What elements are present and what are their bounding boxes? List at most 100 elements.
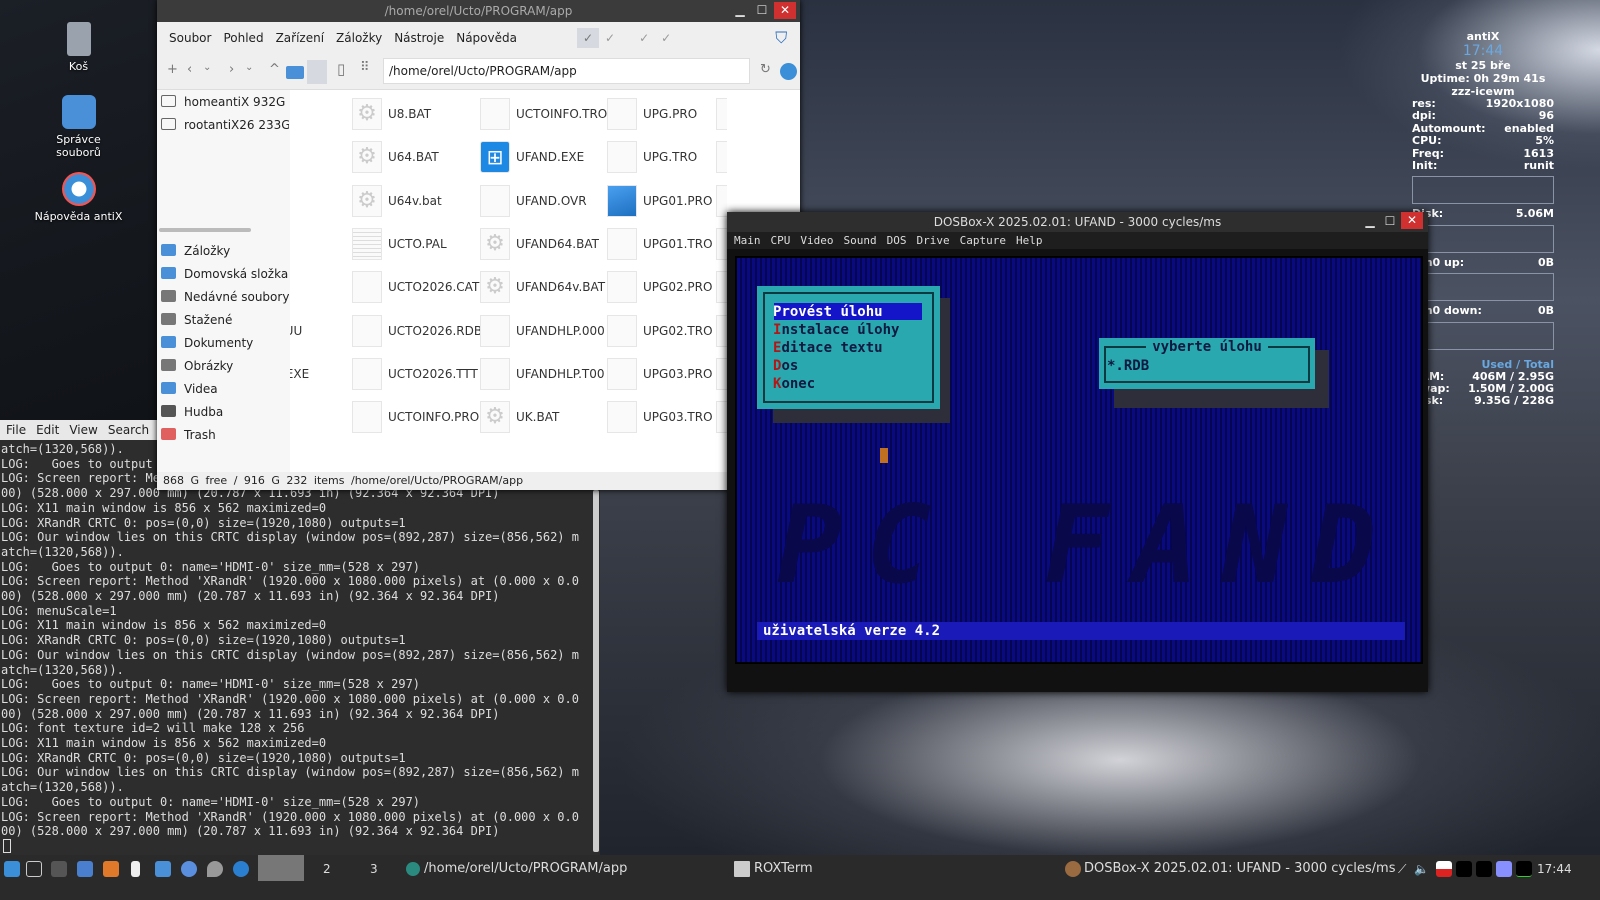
dos-screen[interactable]: PC FAND Provést úlohu Instalace úlohy Edit…	[735, 256, 1423, 664]
sidebar-item[interactable]: Dokumenty	[161, 333, 289, 353]
label: Init:	[1412, 158, 1438, 172]
check-icon[interactable]: ✓	[576, 28, 600, 48]
clock[interactable]: 17:44	[1537, 861, 1572, 877]
volume-icon[interactable]: 🔈	[1414, 861, 1429, 877]
generic-file-icon	[716, 314, 727, 347]
sidebar-device[interactable]: rootantiX26 233G sdb	[161, 115, 289, 135]
dosbox-window[interactable]: DOSBox-X 2025.02.01: UFAND - 3000 cycles…	[727, 212, 1428, 692]
close-button[interactable]: ✕	[774, 2, 796, 19]
file-name: UCTOINFO.TRO	[516, 107, 608, 121]
terminal-output[interactable]: atch=(1320,568)).LOG: Goes to output 0: …	[1, 442, 579, 839]
sidebar-item[interactable]: Stažené	[161, 310, 289, 330]
dos-menu-item[interactable]: Instalace úlohy	[773, 321, 899, 339]
place-label: Videa	[184, 382, 218, 396]
up-icon[interactable]: ^	[269, 62, 280, 77]
search-icon[interactable]	[780, 63, 797, 80]
czech-flag-icon[interactable]	[1436, 861, 1452, 877]
sidebar-device[interactable]: homeantiX 932G sdb	[161, 92, 289, 112]
menu-soubor[interactable]: Soubor	[163, 31, 217, 45]
network-icon[interactable]: ⟋	[1398, 861, 1406, 877]
menu-napoveda[interactable]: Nápověda	[450, 31, 523, 45]
task-input[interactable]: *.RDB	[1107, 357, 1149, 375]
menu-edit[interactable]: Edit	[36, 423, 59, 437]
usb-icon[interactable]	[131, 861, 140, 877]
forward-icon[interactable]: ›	[229, 62, 234, 77]
workspace-2[interactable]: 2	[323, 861, 331, 877]
maximize-button[interactable]: ☐	[1379, 213, 1401, 230]
sidebar-item[interactable]: Nedávné soubory	[161, 287, 289, 307]
menu-search[interactable]: Search	[108, 423, 149, 437]
desktop-icon-trash[interactable]: Koš	[0, 22, 157, 73]
dosbox-menu-sound[interactable]: Sound	[844, 234, 877, 247]
desktop-icon-help[interactable]: Nápověda antiX	[0, 172, 157, 223]
close-button[interactable]: ✕	[1401, 212, 1423, 229]
menu-zalozky[interactable]: Záložky	[330, 31, 388, 45]
minimize-button[interactable]: ▁	[729, 2, 751, 19]
dosbox-menu-help[interactable]: Help	[1016, 234, 1043, 247]
check-icon[interactable]: ✓	[633, 31, 655, 45]
task-roxterm[interactable]: ROXTerm	[754, 861, 813, 877]
chevron-down-icon[interactable]: ⌄	[203, 62, 211, 73]
file-grid[interactable]: )00T00ATDBTTEW.UUUARTF.EXE.⚙U8.BAT⚙U64.B…	[290, 90, 727, 472]
generic-file-icon	[607, 227, 637, 260]
workspace-1[interactable]	[258, 855, 304, 881]
shield-icon[interactable]: ⛉	[769, 28, 793, 48]
dos-menu-item[interactable]: Konec	[773, 375, 815, 393]
workspace-3[interactable]: 3	[370, 861, 378, 877]
net-down-graph	[1412, 321, 1554, 350]
menu-pohled[interactable]: Pohled	[217, 31, 269, 45]
menu-icon[interactable]	[4, 861, 20, 877]
file-name: UPG.PRO	[643, 107, 698, 121]
mail-icon[interactable]	[77, 861, 93, 877]
app-icon[interactable]	[233, 861, 249, 877]
sidebar-item[interactable]: Obrázky	[161, 356, 289, 376]
terminal-scrollbar[interactable]	[593, 490, 599, 852]
windows-exe-icon: ⊞	[480, 141, 510, 174]
dos-menu-item[interactable]: Dos	[773, 357, 798, 375]
dos-menu-item[interactable]: Provést úlohu	[773, 303, 883, 321]
desktop-icon[interactable]	[51, 861, 67, 877]
sidebar-item[interactable]: Domovská složka	[161, 264, 289, 284]
place-label: Obrázky	[184, 359, 234, 373]
menu-zarizeni[interactable]: Zařízení	[270, 31, 330, 45]
new-tab-icon[interactable]: +	[167, 62, 178, 77]
reload-icon[interactable]: ↻	[760, 62, 771, 77]
sidebar-scrollbar[interactable]	[159, 228, 251, 232]
task-file-manager[interactable]: /home/orel/Ucto/PROGRAM/app	[424, 861, 627, 877]
check-icon[interactable]: ✓	[599, 31, 621, 45]
menu-nastroje[interactable]: Nástroje	[388, 31, 450, 45]
file-manager-window[interactable]: /home/orel/Ucto/PROGRAM/app ▁ ☐ ✕ Soubor…	[157, 0, 800, 490]
check-icon[interactable]: ✓	[655, 31, 677, 45]
dosbox-menu-drive[interactable]: Drive	[917, 234, 950, 247]
bookmark-icon[interactable]: ▯	[337, 60, 345, 78]
minimize-button[interactable]: ▁	[1359, 213, 1381, 230]
task-dosbox[interactable]: DOSBox-X 2025.02.01: UFAND - 3000 cycles…	[1084, 861, 1395, 877]
sidebar-item[interactable]: Videa	[161, 379, 289, 399]
dosbox-menu-dos[interactable]: DOS	[887, 234, 907, 247]
folder-icon[interactable]	[155, 861, 171, 877]
dosbox-menu-video[interactable]: Video	[800, 234, 833, 247]
sidebar-item[interactable]: Hudba	[161, 402, 289, 422]
grid-view-icon[interactable]: ⠿	[360, 60, 370, 75]
back-icon[interactable]: ‹	[187, 62, 192, 77]
dosbox-menu-capture[interactable]: Capture	[960, 234, 1006, 247]
sidebar-item[interactable]: Trash	[161, 425, 289, 445]
drop-icon[interactable]	[207, 861, 223, 877]
dosbox-menu-main[interactable]: Main	[734, 234, 761, 247]
update-icon[interactable]	[103, 861, 119, 877]
maximize-button[interactable]: ☐	[751, 2, 773, 19]
chevron-down-icon[interactable]: ⌄	[245, 62, 253, 73]
sidebar-item[interactable]: Záložky	[161, 241, 289, 261]
address-bar[interactable]: /home/orel/Ucto/PROGRAM/app	[383, 58, 750, 84]
desktop-icon-file-manager[interactable]: Správce souborů	[0, 95, 157, 159]
browser-icon[interactable]	[181, 861, 197, 877]
menu-view[interactable]: View	[69, 423, 97, 437]
windows-icon[interactable]	[26, 861, 42, 877]
dos-menu-item[interactable]: Editace textu	[773, 339, 883, 357]
file-name: UPG02.TRO	[643, 323, 713, 338]
home-folder-icon[interactable]	[286, 66, 304, 79]
dosbox-menu-cpu[interactable]: CPU	[771, 234, 791, 247]
select-icon[interactable]	[307, 60, 327, 84]
menu-file[interactable]: File	[6, 423, 26, 437]
generic-file-icon	[716, 184, 727, 217]
